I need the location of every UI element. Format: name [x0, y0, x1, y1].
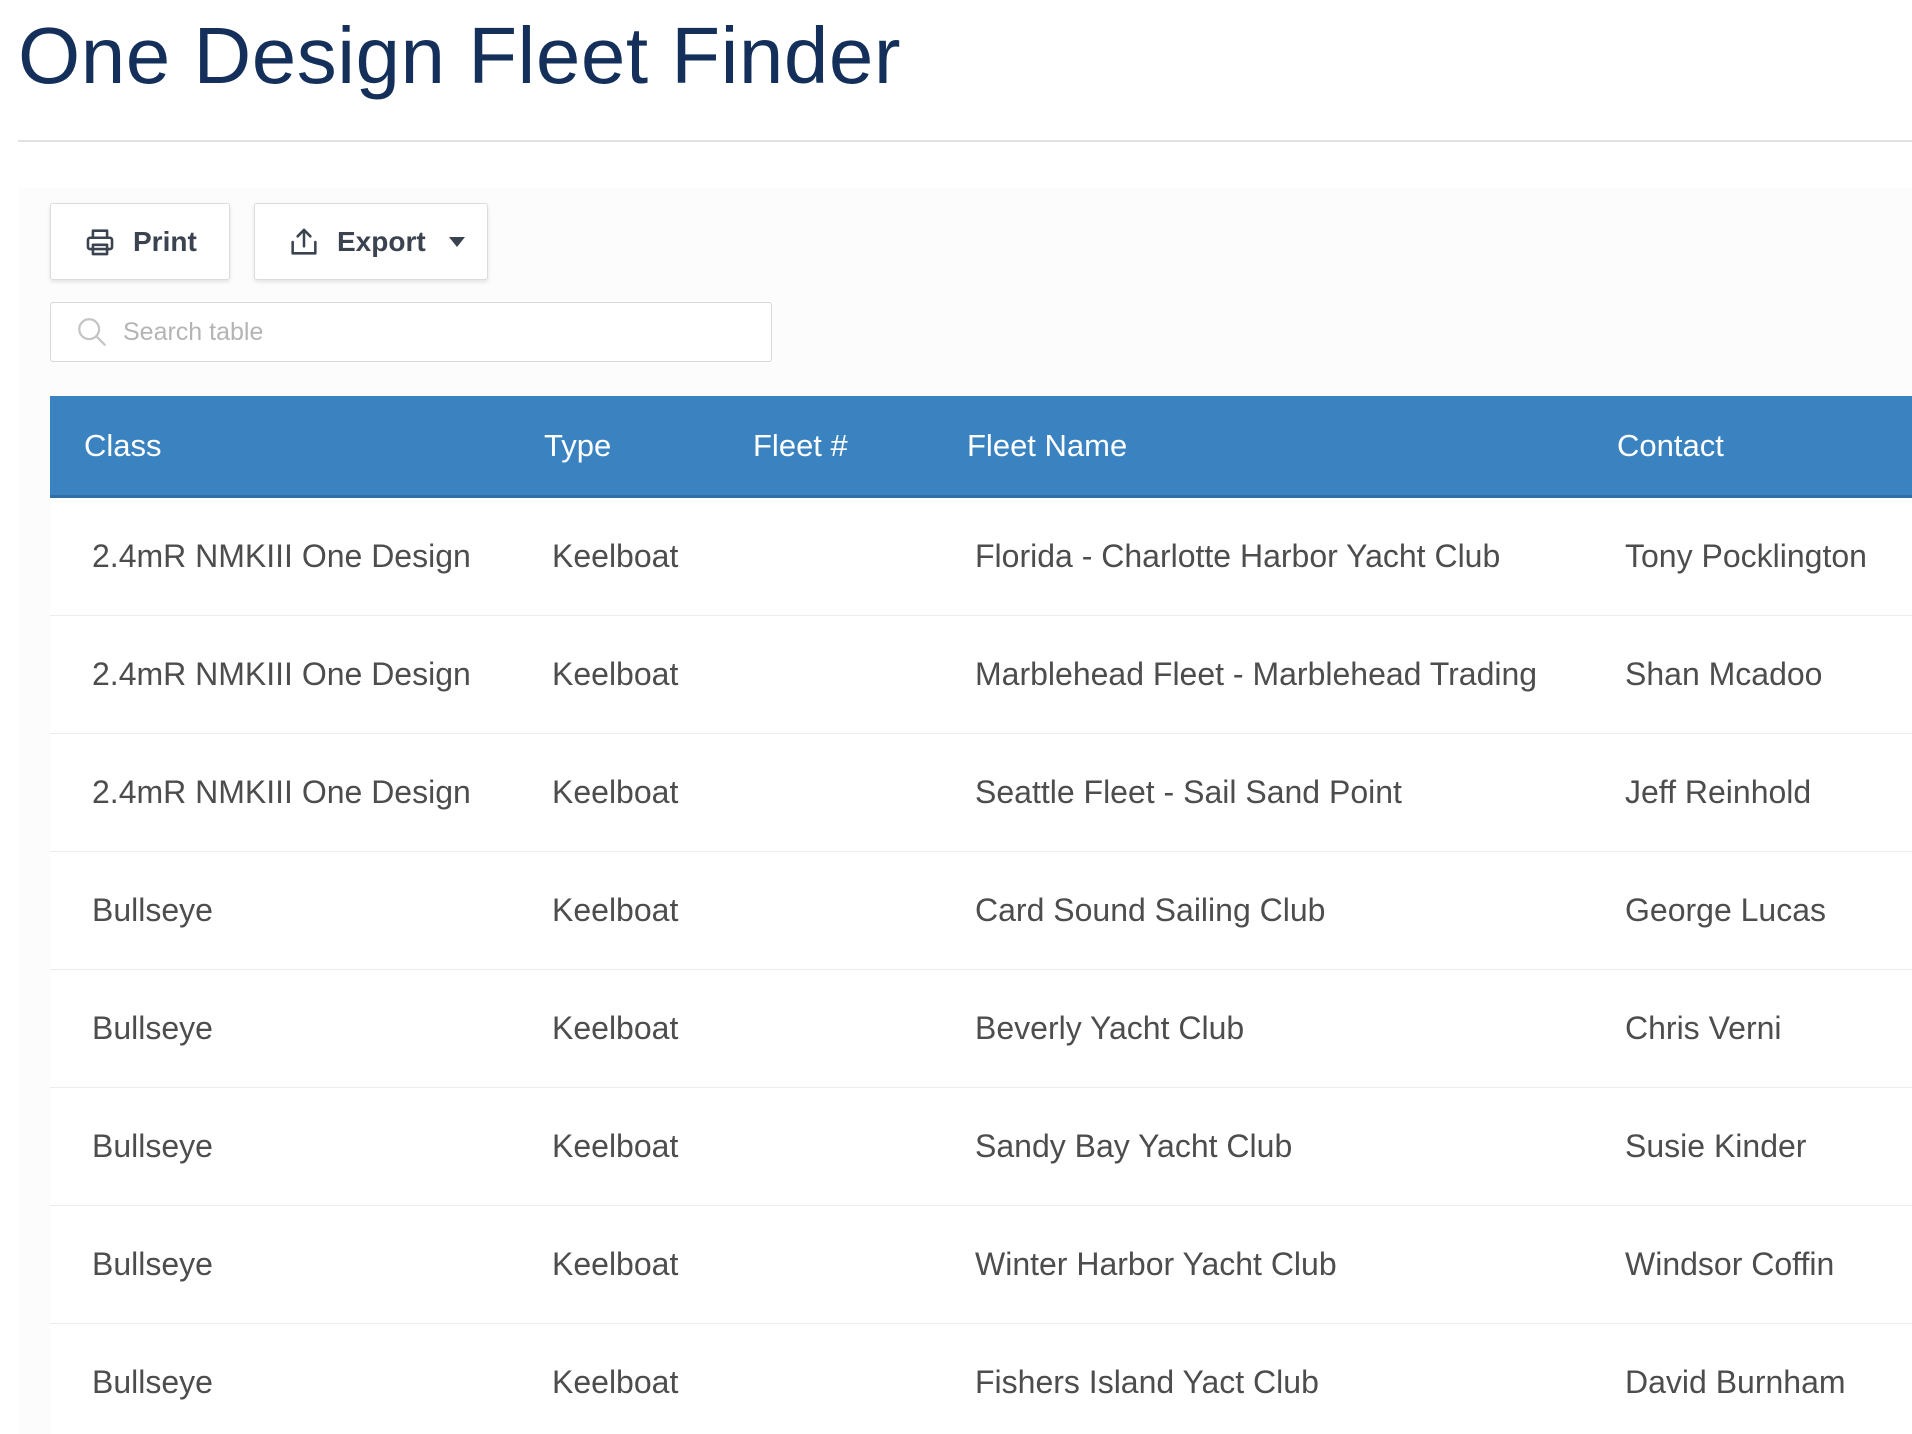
cell-contact: Chris Verni [1625, 1010, 1782, 1046]
cell-type: Keelboat [552, 1128, 679, 1164]
cell-class: 2.4mR NMKIII One Design [92, 774, 471, 810]
table-row: 2.4mR NMKIII One Design Keelboat Florida… [50, 498, 1912, 616]
title-divider [18, 140, 1912, 142]
cell-contact: George Lucas [1625, 892, 1827, 928]
cell-contact: Shan Mcadoo [1625, 656, 1823, 692]
table-row: Bullseye Keelboat Fishers Island Yact Cl… [50, 1324, 1912, 1434]
cell-contact: Jeff Reinhold [1625, 774, 1812, 810]
export-button-label: Export [337, 225, 426, 257]
cell-type: Keelboat [552, 538, 679, 574]
cell-fleet-name: Marblehead Fleet - Marblehead Trading [975, 656, 1538, 692]
table-row: 2.4mR NMKIII One Design Keelboat Seattle… [50, 734, 1912, 852]
column-header-type[interactable]: Type [544, 396, 611, 495]
cell-type: Keelboat [552, 774, 679, 810]
export-button[interactable]: Export [254, 203, 488, 280]
cell-contact: Susie Kinder [1625, 1128, 1807, 1164]
cell-fleet-name: Sandy Bay Yacht Club [975, 1128, 1293, 1164]
cell-fleet-name: Florida - Charlotte Harbor Yacht Club [975, 538, 1501, 574]
cell-type: Keelboat [552, 656, 679, 692]
printer-icon [86, 228, 114, 255]
cell-contact: David Burnham [1625, 1364, 1846, 1400]
table-header: Class Type Fleet # Fleet Name Contact [50, 396, 1912, 498]
table-row: Bullseye Keelboat Beverly Yacht Club Chr… [50, 970, 1912, 1088]
cell-type: Keelboat [552, 892, 679, 928]
cell-fleet-name: Card Sound Sailing Club [975, 892, 1326, 928]
caret-down-icon[interactable] [448, 236, 466, 248]
cell-class: 2.4mR NMKIII One Design [92, 656, 471, 692]
cell-type: Keelboat [552, 1246, 679, 1282]
print-button-label: Print [133, 225, 197, 257]
print-button[interactable]: Print [50, 203, 230, 280]
column-header-fleet-number[interactable]: Fleet # [753, 396, 848, 495]
cell-class: Bullseye [92, 1128, 213, 1164]
fleet-table: Class Type Fleet # Fleet Name Contact 2.… [50, 396, 1912, 1434]
table-row: Bullseye Keelboat Winter Harbor Yacht Cl… [50, 1206, 1912, 1324]
table-row: 2.4mR NMKIII One Design Keelboat Marbleh… [50, 616, 1912, 734]
cell-class: Bullseye [92, 1364, 213, 1400]
cell-class: Bullseye [92, 1246, 213, 1282]
cell-contact: Tony Pocklington [1625, 538, 1867, 574]
cell-type: Keelboat [552, 1010, 679, 1046]
search-input[interactable] [121, 316, 745, 348]
cell-contact: Windsor Coffin [1625, 1246, 1835, 1282]
cell-fleet-name: Seattle Fleet - Sail Sand Point [975, 774, 1402, 810]
upload-icon [291, 228, 317, 255]
search-icon [78, 318, 106, 346]
column-header-fleet-name[interactable]: Fleet Name [967, 396, 1127, 495]
table-row: Bullseye Keelboat Sandy Bay Yacht Club S… [50, 1088, 1912, 1206]
table-row: Bullseye Keelboat Card Sound Sailing Clu… [50, 852, 1912, 970]
column-header-class[interactable]: Class [84, 396, 162, 495]
cell-class: 2.4mR NMKIII One Design [92, 538, 471, 574]
cell-type: Keelboat [552, 1364, 679, 1400]
cell-fleet-name: Winter Harbor Yacht Club [975, 1246, 1337, 1282]
page-title: One Design Fleet Finder [18, 11, 902, 100]
cell-class: Bullseye [92, 1010, 213, 1046]
search-box[interactable] [50, 302, 772, 362]
cell-fleet-name: Beverly Yacht Club [975, 1010, 1245, 1046]
column-header-contact[interactable]: Contact [1617, 396, 1724, 495]
cell-class: Bullseye [92, 892, 213, 928]
cell-fleet-name: Fishers Island Yact Club [975, 1364, 1319, 1400]
